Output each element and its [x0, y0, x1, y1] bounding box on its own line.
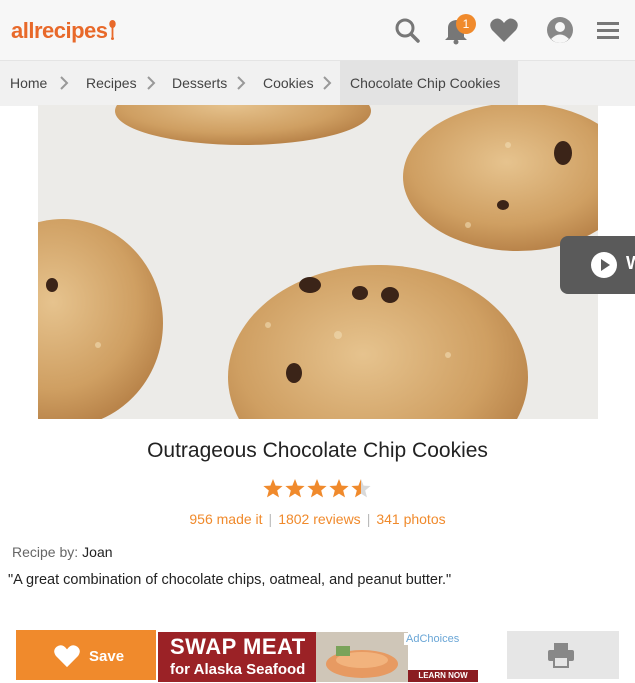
- rating-stars[interactable]: [262, 478, 372, 500]
- breadcrumb-current[interactable]: Chocolate Chip Cookies: [340, 61, 519, 105]
- star-icon: [263, 479, 283, 498]
- recipe-byline: Recipe by: Joan: [12, 544, 113, 560]
- breadcrumb-cookies[interactable]: Cookies: [263, 61, 314, 105]
- recipe-photo[interactable]: [38, 105, 598, 419]
- recipe-stats: 956 made it | 1802 reviews | 341 photos: [0, 511, 635, 527]
- recipe-title: Outrageous Chocolate Chip Cookies: [147, 439, 488, 462]
- author-link[interactable]: Joan: [82, 544, 112, 560]
- breadcrumb-desserts[interactable]: Desserts: [172, 61, 227, 105]
- heart-icon: [54, 645, 80, 668]
- video-tab-label: W: [626, 253, 635, 273]
- ad-learn-now-button[interactable]: LEARN NOW: [408, 670, 478, 682]
- breadcrumb-recipes[interactable]: Recipes: [86, 61, 137, 105]
- printer-icon: [548, 643, 574, 668]
- divider: |: [366, 511, 371, 527]
- photos-link[interactable]: 341 photos: [376, 511, 445, 527]
- top-header: allrecipes 1: [0, 0, 635, 60]
- divider: |: [268, 511, 273, 527]
- breadcrumb: Home Recipes Desserts Cookies Chocolate …: [0, 60, 635, 106]
- ad-headline: SWAP MEAT: [170, 634, 306, 659]
- chevron-right-icon: [60, 76, 69, 90]
- play-icon: [591, 252, 617, 278]
- user-profile-icon[interactable]: [544, 14, 576, 46]
- breadcrumb-home[interactable]: Home: [10, 61, 47, 105]
- print-button[interactable]: [507, 631, 619, 679]
- hamburger-menu-icon[interactable]: [592, 14, 624, 46]
- allrecipes-logo[interactable]: allrecipes: [11, 18, 116, 44]
- reviews-link[interactable]: 1802 reviews: [278, 511, 361, 527]
- spoon-icon: [108, 20, 116, 40]
- save-button[interactable]: [16, 630, 156, 680]
- save-button-label: Save: [89, 648, 125, 665]
- adchoices-label[interactable]: AdChoices: [404, 633, 462, 645]
- recipe-by-label: Recipe by:: [12, 544, 79, 560]
- ad-subline: for Alaska Seafood: [170, 661, 306, 678]
- recipe-description: "A great combination of chocolate chips,…: [8, 572, 452, 588]
- search-icon[interactable]: [392, 14, 424, 46]
- made-it-link[interactable]: 956 made it: [189, 511, 262, 527]
- favorites-heart-icon[interactable]: [488, 14, 520, 46]
- chevron-right-icon: [147, 76, 156, 90]
- logo-text: allrecipes: [11, 18, 108, 43]
- chevron-right-icon: [323, 76, 332, 90]
- notification-count-badge: 1: [456, 14, 476, 34]
- watch-video-button[interactable]: W: [560, 236, 635, 294]
- cookies-image: [38, 105, 598, 419]
- chevron-right-icon: [237, 76, 246, 90]
- ad-food-image: [316, 632, 408, 682]
